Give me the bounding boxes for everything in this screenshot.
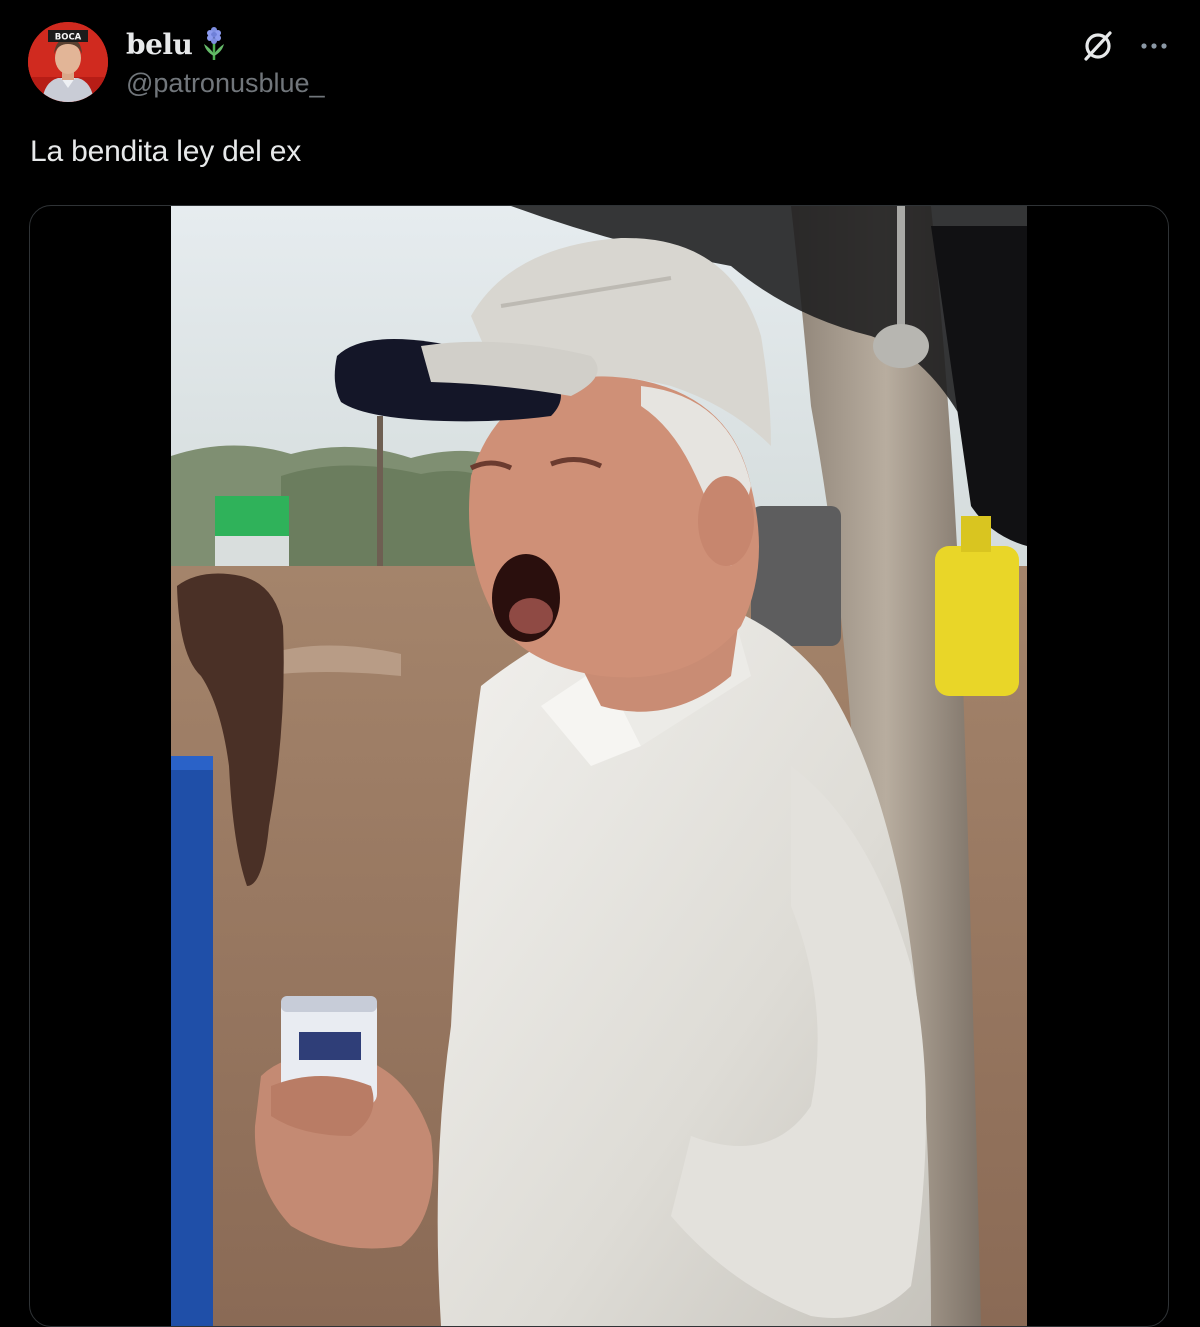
author-names: belu @patronusblue_ [126,26,325,99]
more-options-icon[interactable] [1136,32,1172,60]
video-still [171,206,1027,1326]
post-header: BOCA belu @patronusblue_ [28,22,1172,106]
author-handle[interactable]: @patronusblue_ [126,68,325,99]
video-player[interactable] [29,205,1169,1327]
author-avatar[interactable]: BOCA [28,22,108,102]
hyacinth-flower-icon [200,26,228,62]
avatar-sign-text: BOCA [55,33,82,43]
author-display-name[interactable]: belu [126,28,193,61]
post-text: La bendita ley del ex [30,135,302,168]
grok-icon[interactable] [1080,28,1116,64]
